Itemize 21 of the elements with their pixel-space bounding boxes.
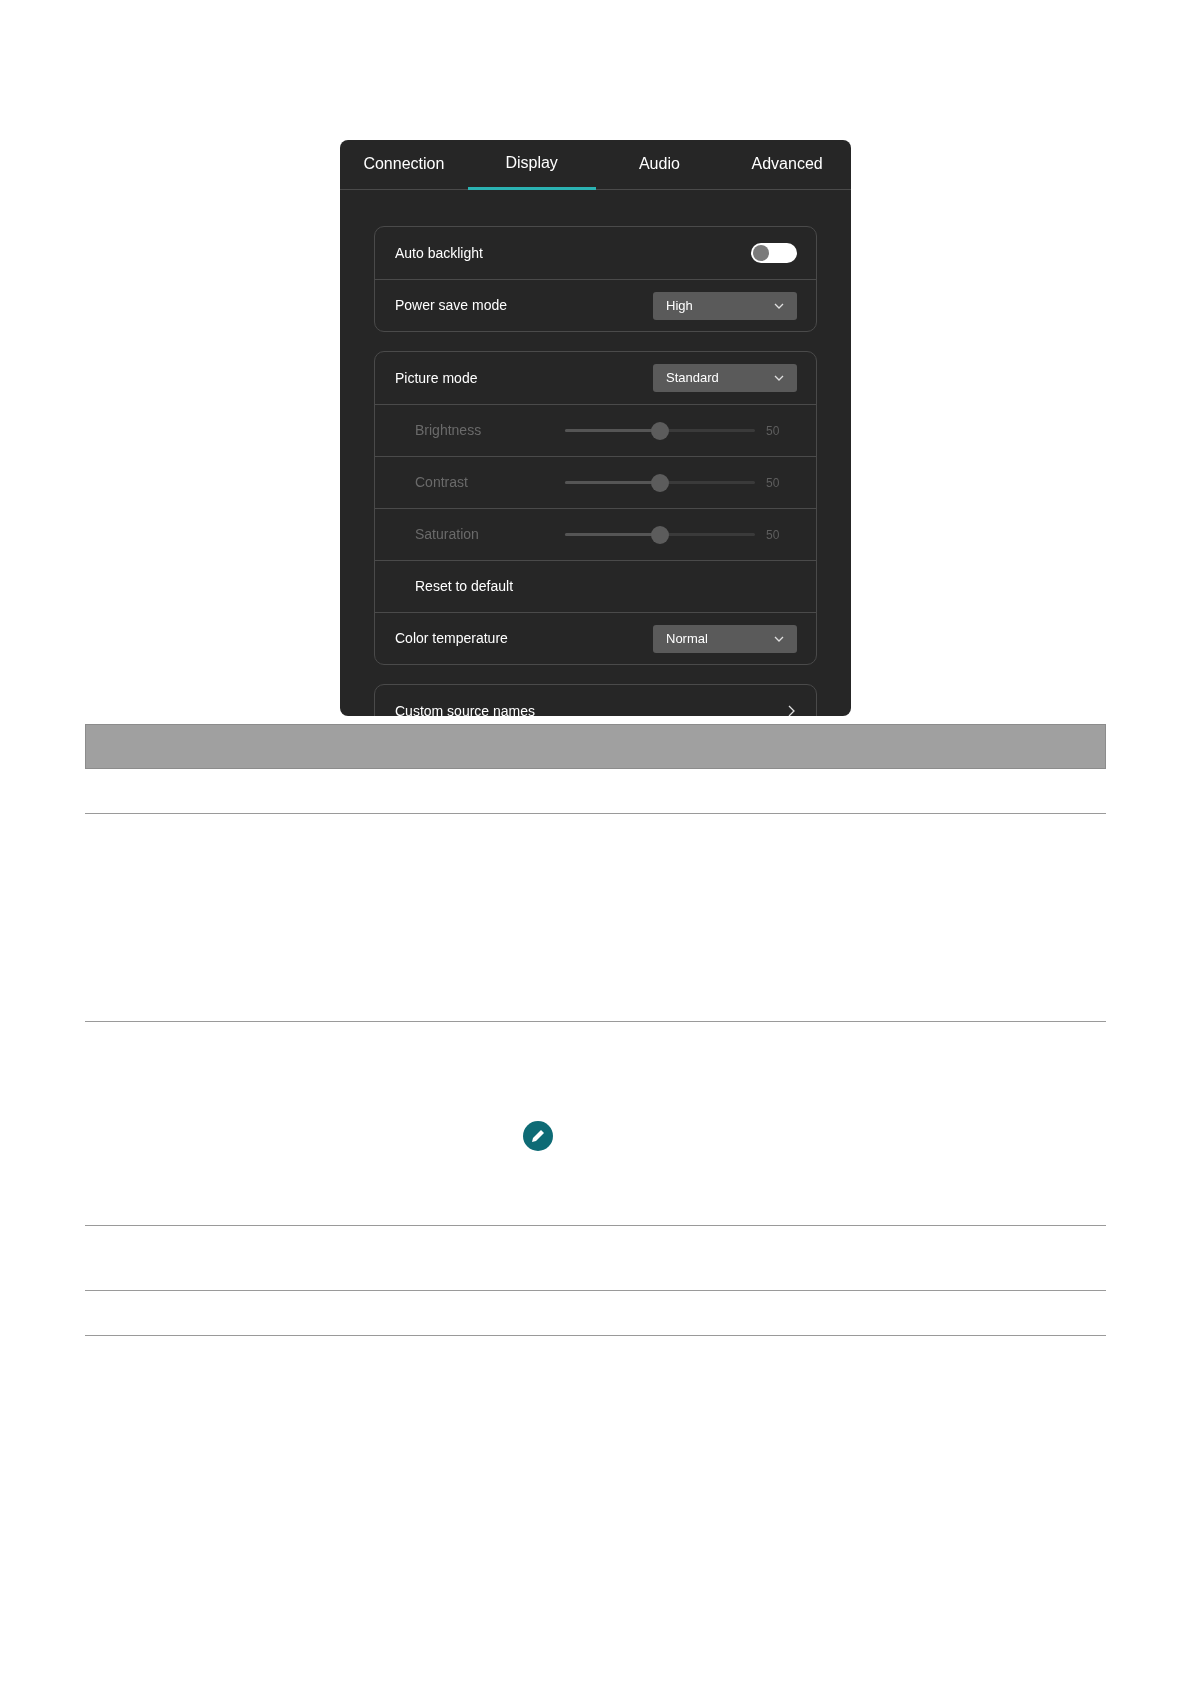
slider-value: 50	[766, 474, 780, 492]
pencil-icon	[523, 1121, 553, 1151]
setting-label: Auto backlight	[395, 243, 483, 263]
setting-label: Saturation	[415, 525, 480, 544]
tab[interactable]: Connection	[340, 140, 468, 190]
tab[interactable]: Audio	[595, 140, 724, 190]
tab[interactable]: Advanced	[723, 140, 851, 190]
setting-label: Custom source names	[395, 701, 536, 716]
dropdown[interactable]: Normal	[653, 624, 797, 653]
dropdown[interactable]: Standard	[653, 364, 797, 392]
setting-label: Brightness	[415, 421, 483, 440]
slider-value: 50	[766, 422, 780, 440]
toggle-switch[interactable]	[751, 243, 797, 263]
setting-label: Picture mode	[395, 368, 478, 388]
setting-label: Power save mode	[395, 296, 508, 315]
dropdown[interactable]: High	[653, 291, 797, 320]
tab[interactable]: Display	[467, 140, 596, 190]
slider-value: 50	[766, 526, 780, 544]
setting-label: Contrast	[415, 473, 469, 492]
setting-label[interactable]: Reset to default	[415, 576, 514, 597]
setting-label: Color temperature	[395, 629, 508, 648]
